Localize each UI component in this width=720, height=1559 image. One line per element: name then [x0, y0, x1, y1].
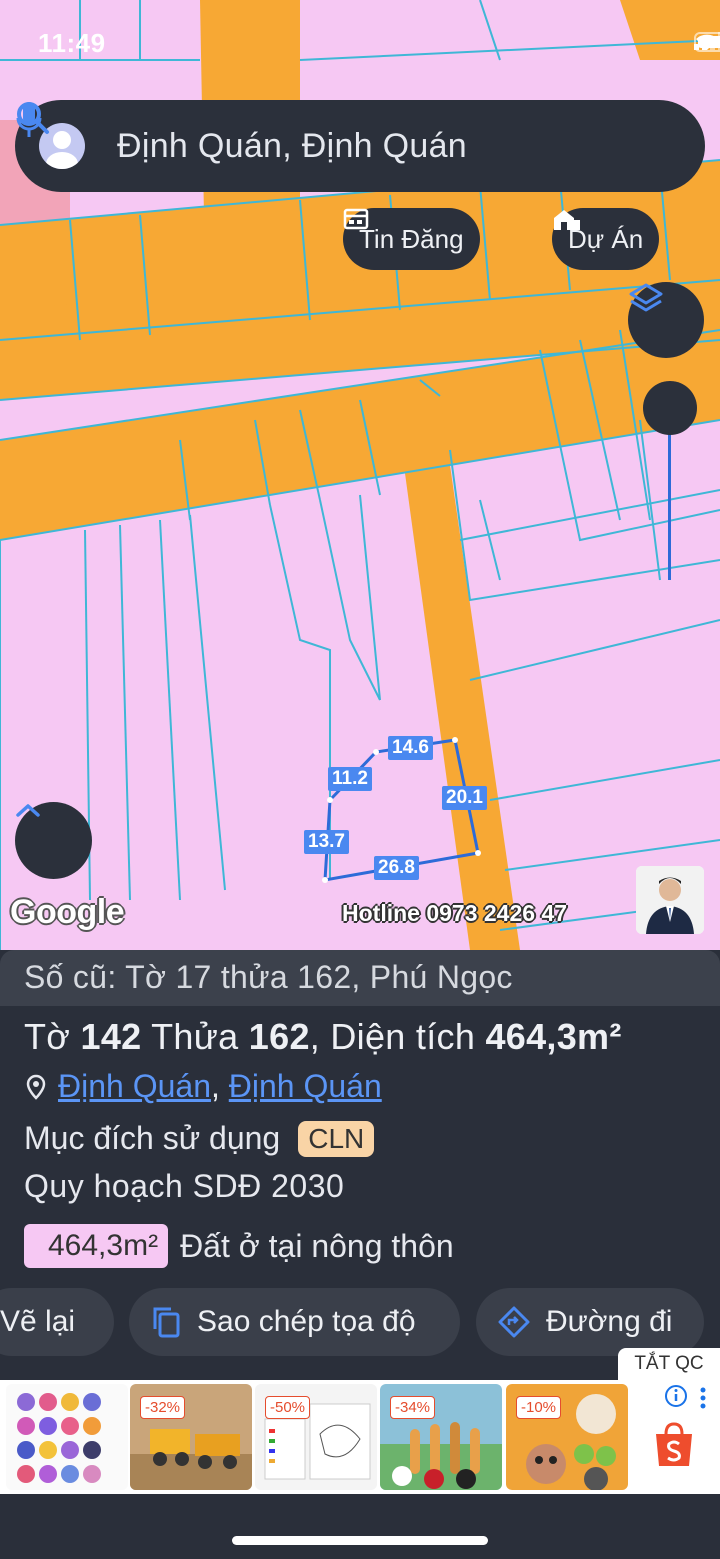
discount-badge: -32% — [140, 1396, 186, 1419]
map-view[interactable]: 14.6 11.2 20.1 13.7 26.8 11:49 Định Quán… — [0, 0, 720, 950]
directions-button[interactable]: Đường đi — [476, 1288, 704, 1356]
ad-product-toy-trucks[interactable]: -32% — [130, 1384, 252, 1490]
land-use-badge: CLN — [298, 1120, 375, 1157]
listings-chip[interactable]: Tin Đăng — [343, 208, 480, 270]
copy-coordinates-button[interactable]: Sao chép tọa độ — [129, 1288, 460, 1356]
planning-title: Quy hoạch SDĐ 2030 — [24, 1168, 345, 1204]
planning-land-type: Đất ở tại nông thôn — [180, 1227, 454, 1264]
opacity-slider-handle[interactable] — [643, 381, 697, 435]
building-icon — [554, 210, 580, 230]
search-bar[interactable]: Định Quán, Định Quán — [15, 100, 705, 192]
copy-icon — [153, 1307, 180, 1338]
projects-chip[interactable]: Dự Án — [552, 208, 660, 270]
sheet-label: Tờ — [24, 1016, 71, 1057]
plot-number: 162 — [248, 1016, 310, 1057]
battery-icon — [694, 32, 720, 52]
directions-icon — [498, 1306, 530, 1338]
redraw-button[interactable]: Vẽ lại — [0, 1288, 114, 1356]
planning-area-badge: 464,3m² — [24, 1224, 169, 1268]
location-link-district[interactable]: Định Quán — [58, 1068, 211, 1104]
close-ads-button[interactable]: TẮT QC — [618, 1348, 720, 1380]
old-parcel-number: Số cũ: Tờ 17 thửa 162, Phú Ngọc — [24, 959, 513, 995]
layers-button[interactable] — [628, 282, 704, 358]
edge-length-label: 13.7 — [304, 830, 349, 854]
ad-product-plush[interactable]: -10% — [506, 1384, 628, 1490]
location-pin-icon — [26, 1074, 46, 1100]
layers-icon — [629, 283, 663, 312]
redraw-button-label: Vẽ lại — [0, 1305, 76, 1338]
parcel-location: Định Quán, Định Quán — [26, 1068, 382, 1105]
plot-label: Thửa — [151, 1016, 239, 1057]
ad-banner[interactable]: -32% -50% -34% -10% — [0, 1380, 720, 1494]
sheet-number: 142 — [80, 1016, 142, 1057]
area-value: 464,3m² — [485, 1016, 622, 1057]
ad-product-coloring[interactable]: -50% — [255, 1384, 377, 1490]
search-input[interactable]: Định Quán, Định Quán — [117, 127, 565, 166]
listings-chip-label: Tin Đăng — [359, 223, 464, 254]
location-separator: , — [210, 1068, 220, 1104]
directions-label: Đường đi — [546, 1305, 673, 1338]
planning-row: 464,3m² Đất ở tại nông thôn — [24, 1224, 454, 1268]
discount-badge: -34% — [390, 1396, 436, 1419]
copy-coordinates-label: Sao chép tọa độ — [197, 1305, 416, 1338]
discount-badge: -50% — [265, 1396, 311, 1419]
land-use-label: Mục đích sử dụng — [24, 1120, 281, 1156]
agent-photo — [636, 866, 704, 934]
edge-length-label: 26.8 — [374, 856, 419, 880]
ad-more-icon[interactable] — [698, 1386, 708, 1410]
chevron-up-icon — [16, 804, 40, 817]
expand-panel-button[interactable] — [15, 802, 92, 879]
location-link-town[interactable]: Định Quán — [229, 1068, 382, 1104]
edge-length-label: 14.6 — [388, 736, 433, 760]
home-bar-area — [0, 1494, 720, 1559]
home-indicator[interactable] — [232, 1536, 488, 1545]
old-number-bar: Số cũ: Tờ 17 thửa 162, Phú Ngọc — [0, 950, 720, 1006]
ad-product-stickers[interactable] — [6, 1384, 128, 1490]
discount-badge: -10% — [516, 1396, 562, 1419]
shopee-logo-icon — [656, 1422, 692, 1466]
ad-info-icon[interactable] — [664, 1384, 688, 1408]
search-icon[interactable] — [17, 102, 623, 166]
hotline-watermark: Hotline 0973 2426 47 — [342, 900, 568, 926]
google-logo: Google — [10, 893, 125, 931]
calendar-icon — [343, 208, 369, 230]
ad-product-bowling[interactable]: -34% — [380, 1384, 502, 1490]
parcel-info-panel: Số cũ: Tờ 17 thửa 162, Phú Ngọc Tờ 142 T… — [0, 950, 720, 1360]
land-use-row: Mục đích sử dụng CLN — [24, 1120, 375, 1157]
status-time: 11:49 — [38, 28, 106, 58]
parcel-summary: Tờ 142 Thửa 162, Diện tích 464,3m² — [24, 1016, 622, 1058]
edge-length-label: 11.2 — [328, 767, 372, 791]
area-label: , Diện tích — [309, 1016, 476, 1057]
microphone-icon[interactable] — [16, 102, 681, 166]
edge-length-label: 20.1 — [442, 786, 487, 810]
